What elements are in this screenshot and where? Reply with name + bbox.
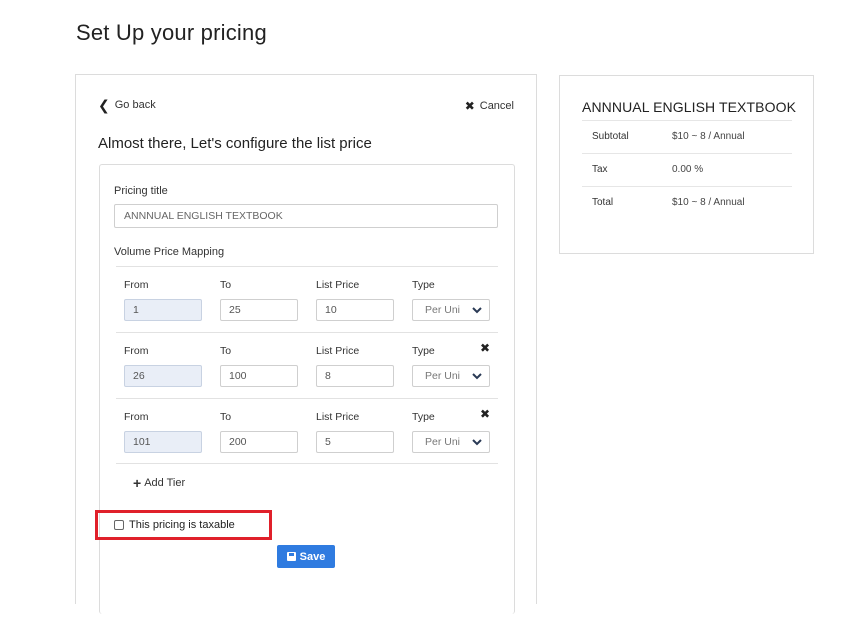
taxable-option[interactable]: This pricing is taxable: [114, 519, 235, 531]
cancel-link[interactable]: ✖ Cancel: [465, 99, 514, 113]
pricing-title-input[interactable]: ANNNUAL ENGLISH TEXTBOOK: [114, 204, 498, 228]
type-select-value: Per Uni: [425, 370, 461, 382]
chevron-down-icon: [472, 439, 482, 446]
type-select[interactable]: Per Uni: [412, 299, 490, 321]
from-input: 101: [124, 431, 202, 453]
remove-tier-icon[interactable]: ✖: [480, 341, 490, 355]
list-price-label: List Price: [316, 345, 360, 357]
to-input[interactable]: 100: [220, 365, 298, 387]
form-subtitle: Almost there, Let's configure the list p…: [98, 135, 372, 152]
taxable-checkbox[interactable]: [114, 520, 124, 530]
from-input: 26: [124, 365, 202, 387]
to-input[interactable]: 25: [220, 299, 298, 321]
page-title: Set Up your pricing: [76, 20, 267, 45]
from-label: From: [124, 345, 149, 357]
list-price-label: List Price: [316, 411, 360, 423]
taxable-label: This pricing is taxable: [129, 519, 235, 531]
list-price-label: List Price: [316, 279, 360, 291]
save-button[interactable]: Save: [277, 545, 335, 568]
type-label: Type: [412, 279, 435, 291]
close-icon: ✖: [464, 99, 475, 113]
summary-row-value: 0.00 %: [672, 164, 704, 175]
summary-row-value: $10 ~ 8 / Annual: [672, 131, 745, 142]
pricing-title-label: Pricing title: [114, 185, 168, 197]
list-price-input[interactable]: 5: [316, 431, 394, 453]
tier-row: From To List Price Type ✖ 101 200 5 Per …: [116, 398, 498, 464]
type-label: Type: [412, 411, 435, 423]
chevron-down-icon: [472, 307, 482, 314]
chevron-left-icon: ❮: [98, 97, 110, 113]
type-select[interactable]: Per Uni: [412, 431, 490, 453]
plus-icon: +: [133, 475, 142, 491]
save-label: Save: [299, 550, 326, 563]
floppy-disk-icon: [286, 552, 296, 561]
add-tier-button[interactable]: + Add Tier: [133, 475, 186, 491]
type-select-value: Per Uni: [425, 436, 461, 448]
summary-row-value: $10 ~ 8 / Annual: [672, 197, 745, 208]
go-back-label: Go back: [114, 99, 156, 111]
from-label: From: [124, 279, 149, 291]
type-select-value: Per Uni: [425, 304, 461, 316]
tier-row: From To List Price Type ✖ 26 100 8 Per U…: [116, 332, 498, 398]
list-price-input[interactable]: 10: [316, 299, 394, 321]
add-tier-label: Add Tier: [144, 477, 186, 489]
type-select[interactable]: Per Uni: [412, 365, 490, 387]
card-topbar: ❮ Go back ✖ Cancel: [98, 97, 514, 115]
summary-row-label: Total: [592, 197, 614, 208]
summary-row-label: Subtotal: [592, 131, 629, 142]
from-input: 1: [124, 299, 202, 321]
go-back-link[interactable]: ❮ Go back: [98, 97, 156, 113]
pricing-summary-card: ANNNUAL ENGLISH TEXTBOOK Subtotal $10 ~ …: [559, 75, 814, 254]
to-label: To: [220, 345, 232, 357]
to-input[interactable]: 200: [220, 431, 298, 453]
from-label: From: [124, 411, 149, 423]
volume-mapping-label: Volume Price Mapping: [114, 246, 225, 258]
summary-row: Subtotal $10 ~ 8 / Annual: [582, 120, 792, 153]
type-label: Type: [412, 345, 435, 357]
to-label: To: [220, 279, 232, 291]
summary-row: Tax 0.00 %: [582, 153, 792, 186]
cancel-label: Cancel: [479, 100, 514, 112]
summary-title: ANNNUAL ENGLISH TEXTBOOK: [582, 99, 797, 115]
to-label: To: [220, 411, 232, 423]
tier-row: From To List Price Type 1 25 10 Per Uni: [116, 266, 498, 332]
summary-row: Total $10 ~ 8 / Annual: [582, 186, 792, 219]
chevron-down-icon: [472, 373, 482, 380]
list-price-input[interactable]: 8: [316, 365, 394, 387]
summary-row-label: Tax: [592, 164, 608, 175]
remove-tier-icon[interactable]: ✖: [480, 407, 490, 421]
